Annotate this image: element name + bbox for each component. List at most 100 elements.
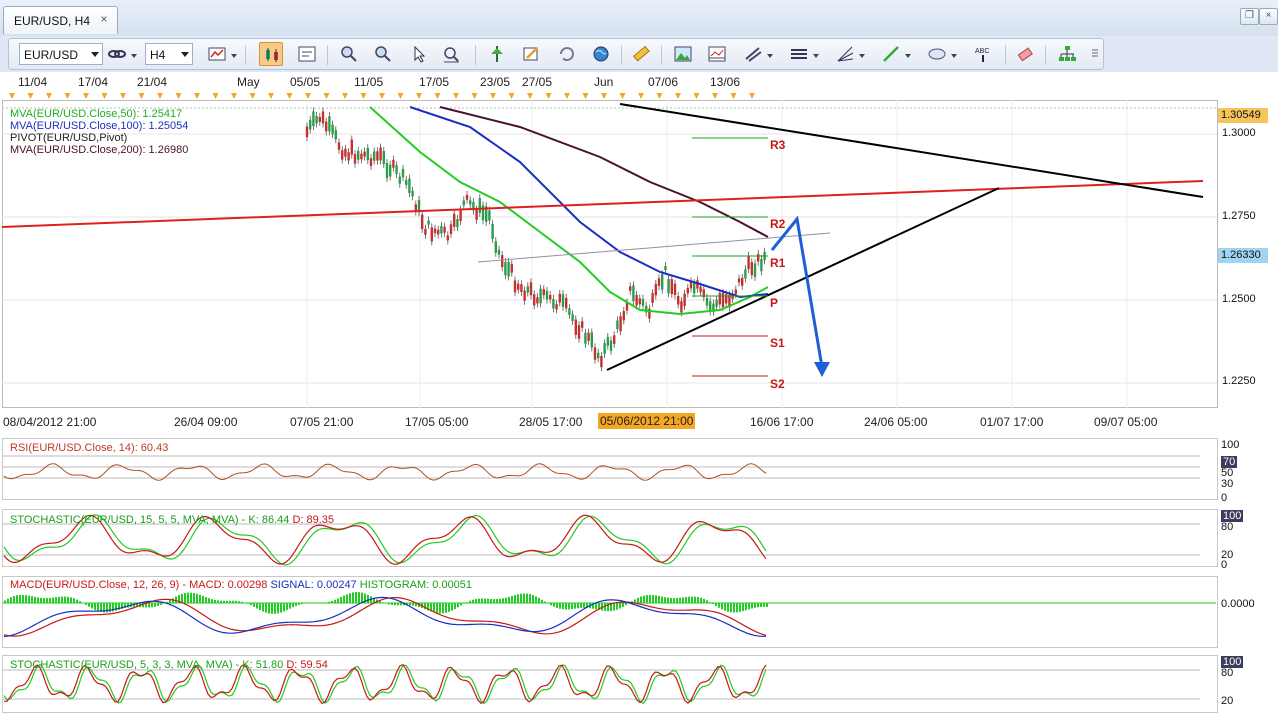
picture-icon[interactable] — [673, 44, 693, 64]
session-marker — [138, 93, 145, 99]
candle-body — [337, 142, 341, 150]
indicators-icon[interactable] — [707, 44, 727, 64]
chevron-down-icon[interactable] — [951, 54, 957, 58]
edit-icon[interactable] — [521, 44, 541, 64]
trendline-icon[interactable] — [881, 44, 901, 64]
globe-icon[interactable] — [591, 44, 611, 64]
separator — [1005, 45, 1006, 65]
candle-body — [734, 289, 737, 295]
zoom-out-icon[interactable] — [373, 44, 393, 64]
time-highlight: 05/06/2012 21:00 — [598, 413, 696, 429]
session-marker — [601, 93, 607, 99]
chevron-down-icon[interactable] — [905, 54, 911, 58]
rsi-scale-0: 0 — [1221, 492, 1228, 504]
candle-body — [379, 147, 382, 161]
candle-body — [741, 277, 744, 286]
candle-body — [398, 176, 401, 184]
chart-type-icon[interactable] — [207, 44, 227, 64]
candle-body — [616, 320, 619, 330]
candles-icon[interactable] — [259, 42, 283, 66]
candle-body — [513, 280, 517, 293]
session-marker — [175, 93, 182, 99]
candle-body — [753, 263, 757, 277]
pivot-r3: R3 — [770, 138, 786, 152]
time-label: 07/05 21:00 — [290, 415, 354, 429]
price-label-2: 1.2750 — [1222, 210, 1256, 222]
stochastic-2-k: K: 51.80 — [242, 659, 284, 671]
macd-title: MACD(EUR/USD.Close, 12, 26, 9) — [10, 579, 180, 591]
candle-body — [632, 285, 635, 302]
macd-histogram: HISTOGRAM: 0.00051 — [359, 579, 473, 591]
candle-body — [373, 151, 376, 161]
close-tab-icon[interactable]: × — [96, 11, 112, 27]
data-window-icon[interactable] — [297, 44, 317, 64]
candle-body — [341, 150, 344, 160]
session-marker — [619, 93, 626, 99]
session-marker — [212, 93, 219, 99]
symbol-select[interactable]: EUR/USD — [19, 43, 103, 65]
toolbar-overflow-icon[interactable] — [1091, 46, 1099, 62]
chevron-down-icon[interactable] — [859, 54, 865, 58]
zoom-in-icon[interactable] — [339, 44, 359, 64]
current-price-box: 1.26330 — [1218, 248, 1268, 263]
session-marker — [64, 93, 71, 99]
zoom-area-icon[interactable] — [441, 44, 461, 64]
eraser-icon[interactable] — [1015, 44, 1035, 64]
candle-body — [606, 336, 609, 346]
autoscroll-icon[interactable] — [487, 44, 507, 64]
candle-body — [459, 209, 462, 222]
ruler-icon[interactable] — [631, 44, 651, 64]
stoch2-scale-80: 80 — [1221, 667, 1234, 679]
chevron-down-icon[interactable] — [767, 54, 773, 58]
candle-body — [558, 293, 561, 303]
candle-body — [363, 151, 366, 157]
time-label: 01/07 17:00 — [980, 415, 1044, 429]
candle-body — [686, 287, 689, 294]
channels-icon[interactable] — [789, 44, 809, 64]
macd-scale-0: 0.0000 — [1221, 598, 1255, 610]
ellipse-icon[interactable] — [927, 44, 947, 64]
pivot-s1: S1 — [770, 336, 785, 350]
candle-body — [497, 249, 501, 255]
candle-body — [677, 296, 680, 305]
stoch1-scale-80: 80 — [1221, 521, 1234, 533]
refresh-icon[interactable] — [557, 44, 577, 64]
text-icon[interactable]: ABC — [973, 44, 993, 64]
line-tools-icon[interactable] — [743, 44, 763, 64]
candle-body — [350, 139, 353, 155]
chart-area[interactable]: 11/04 17/04 21/04 May 05/05 11/05 17/05 23/05 27… — [0, 72, 1278, 713]
stochastic-1-d: D: 89.35 — [292, 514, 335, 526]
candle-body — [760, 258, 763, 272]
chart-tab[interactable]: EUR/USD, H4 × — [3, 6, 118, 34]
stochastic-1-k: K: 86.44 — [248, 514, 290, 526]
chart-toolbar: EUR/USD H4 ABC — [8, 38, 1104, 70]
time-label: 24/06 05:00 — [864, 415, 928, 429]
macd-signal: SIGNAL: 0.00247 — [270, 579, 357, 591]
session-marker — [564, 93, 570, 99]
link-icon[interactable] — [107, 44, 127, 64]
candle-body — [555, 304, 558, 310]
fan-icon[interactable] — [835, 44, 855, 64]
stoch2-scale-20: 20 — [1221, 695, 1234, 707]
restore-window-icon[interactable]: ❐ — [1240, 8, 1259, 25]
candle-body — [462, 200, 465, 206]
session-marker — [693, 93, 700, 99]
close-window-icon[interactable]: × — [1259, 8, 1278, 25]
objects-tree-icon[interactable] — [1057, 44, 1077, 64]
chevron-down-icon[interactable] — [231, 54, 237, 58]
macd-legend: MACD(EUR/USD.Close, 12, 26, 9) - MACD: 0… — [10, 579, 472, 591]
time-label: 09/07 05:00 — [1094, 415, 1158, 429]
timeframe-select[interactable]: H4 — [145, 43, 193, 65]
chevron-down-icon[interactable] — [813, 54, 819, 58]
candle-body — [549, 295, 552, 300]
session-marker — [397, 93, 404, 99]
candle-body — [670, 279, 673, 295]
legend-pivot: PIVOT(EUR/USD,Pivot) — [10, 132, 128, 144]
cursor-icon[interactable] — [409, 44, 429, 64]
session-marker — [656, 93, 663, 99]
session-marker — [27, 93, 34, 99]
rsi-pane[interactable] — [2, 438, 1218, 500]
candle-body — [488, 210, 491, 221]
chevron-down-icon[interactable] — [131, 54, 137, 58]
candle-body — [315, 115, 318, 124]
